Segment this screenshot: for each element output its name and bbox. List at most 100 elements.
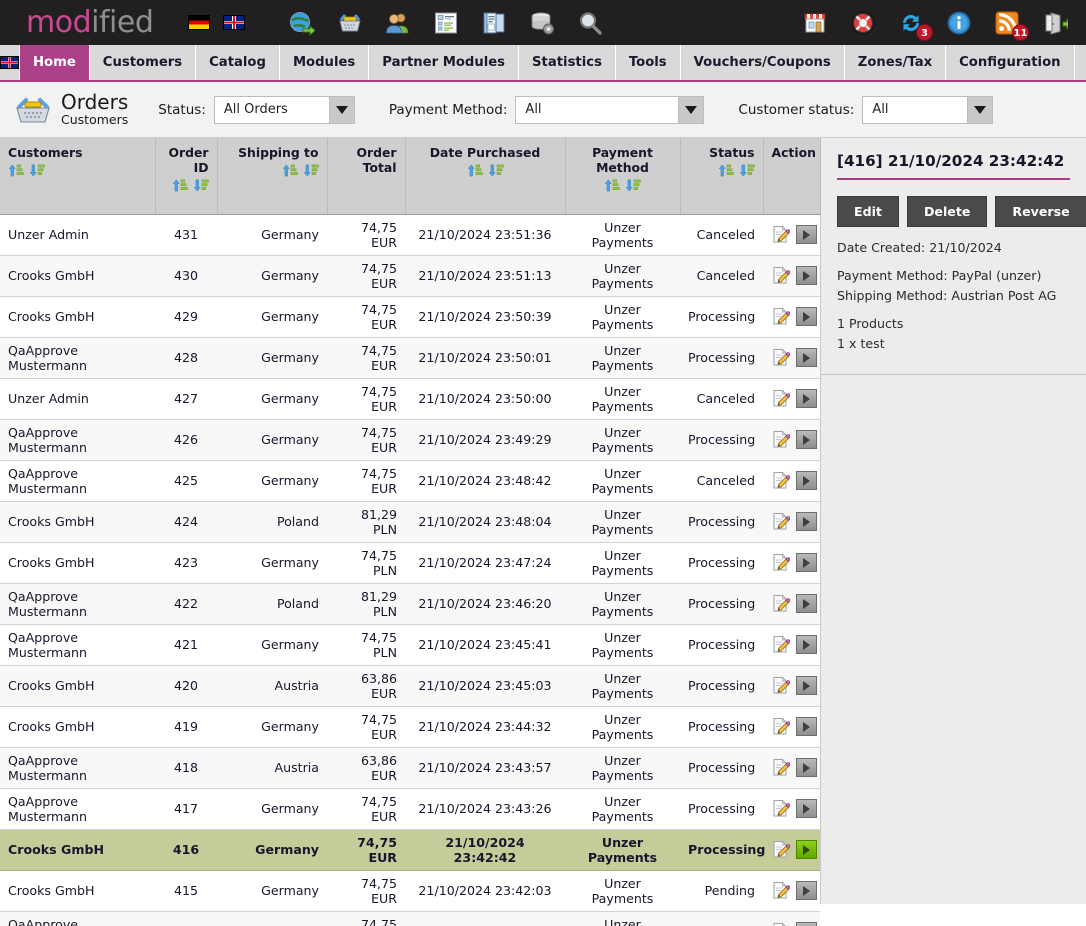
search-icon[interactable] [577,10,603,36]
table-row[interactable]: Crooks GmbH 419 Germany 74,75 EUR 21/10/2024… [0,706,820,748]
table-row[interactable]: QaApprove Mustermann 417 Germany 74,75 EUR 2… [0,788,820,830]
edit-order-icon[interactable] [771,758,791,777]
reverse-button[interactable]: Reverse [995,196,1086,227]
edit-order-icon[interactable] [771,553,791,572]
sync-update-icon[interactable]: 3 [898,10,933,41]
app-logo[interactable]: modified [26,5,154,40]
edit-order-icon[interactable] [771,471,791,490]
sort-desc-icon[interactable] [488,163,504,178]
table-row[interactable]: Crooks GmbH 416 Germany 74,75 EUR 21/10/2024… [0,828,820,871]
edit-order-icon[interactable] [771,840,791,859]
globe-shop-icon[interactable] [289,10,317,36]
sort-desc-icon[interactable] [625,178,641,193]
sort-desc-icon[interactable] [29,163,45,178]
open-order-icon[interactable] [796,225,817,244]
open-order-icon[interactable] [796,430,817,449]
nav-tab-adv-configuration[interactable]: Adv. Configuration [1075,45,1086,80]
table-row[interactable]: Crooks GmbH 424 Poland 81,29 PLN 21/10/2024 … [0,501,820,543]
sort-asc-icon[interactable] [282,163,298,178]
books-icon[interactable] [481,10,507,36]
table-row[interactable]: Crooks GmbH 423 Germany 74,75 PLN 21/10/2024… [0,542,820,584]
store-icon[interactable] [802,10,828,36]
edit-order-icon[interactable] [771,348,791,367]
open-order-icon[interactable] [796,799,817,818]
open-order-icon[interactable] [796,840,817,859]
sort-desc-icon[interactable] [193,178,209,193]
open-order-icon[interactable] [796,922,817,926]
open-order-icon[interactable] [796,307,817,326]
basket-icon[interactable] [337,10,363,36]
column-header-date-purchased[interactable]: Date Purchased [405,138,566,215]
nav-language-flag[interactable] [0,45,20,80]
table-row[interactable]: QaApprove Mustermann414Germany74,75 EUR2… [0,911,820,926]
edit-order-icon[interactable] [771,389,791,408]
edit-button[interactable]: Edit [837,196,899,227]
column-header-payment-method[interactable]: Payment Method [565,138,681,215]
edit-order-icon[interactable] [771,594,791,613]
nav-tab-zones-tax[interactable]: Zones/Tax [845,45,947,80]
status-filter-select[interactable]: All Orders [213,95,355,124]
edit-order-icon[interactable] [771,307,791,326]
open-order-icon[interactable] [796,266,817,285]
database-gear-icon[interactable] [529,10,555,36]
edit-order-icon[interactable] [771,799,791,818]
column-header-order-id[interactable]: Order ID [155,138,218,215]
open-order-icon[interactable] [796,389,817,408]
nav-tab-vouchers-coupons[interactable]: Vouchers/Coupons [681,45,845,80]
sort-asc-icon[interactable] [8,163,24,178]
rss-feed-icon[interactable]: 11 [994,10,1029,41]
open-order-icon[interactable] [796,635,817,654]
sort-asc-icon[interactable] [718,163,734,178]
sort-desc-icon[interactable] [303,163,319,178]
open-order-icon[interactable] [796,717,817,736]
info-icon[interactable] [946,10,972,36]
sort-desc-icon[interactable] [739,163,755,178]
open-order-icon[interactable] [796,758,817,777]
open-order-icon[interactable] [796,676,817,695]
open-order-icon[interactable] [796,348,817,367]
customers-icon[interactable] [385,10,411,36]
sort-asc-icon[interactable] [604,178,620,193]
nav-tab-statistics[interactable]: Statistics [519,45,616,80]
edit-order-icon[interactable] [771,881,791,900]
column-header-customers[interactable]: Customers [0,138,156,215]
nav-tab-modules[interactable]: Modules [280,45,370,80]
edit-order-icon[interactable] [771,922,790,926]
table-row[interactable]: Crooks GmbH 429 Germany 74,75 EUR 21/10/2024… [0,296,820,338]
edit-order-icon[interactable] [771,635,791,654]
logout-icon[interactable] [1042,10,1073,36]
nav-tab-tools[interactable]: Tools [616,45,681,80]
open-order-icon[interactable] [796,881,817,900]
table-row[interactable]: QaApprove Mustermann 421 Germany 74,75 PLN 2… [0,624,820,666]
nav-tab-configuration[interactable]: Configuration [946,45,1075,80]
nav-tab-catalog[interactable]: Catalog [196,45,280,80]
table-row[interactable]: Unzer Admin 427 Germany 74,75 EUR 21/10/2024… [0,378,820,420]
edit-order-icon[interactable] [771,266,791,285]
column-header-status[interactable]: Status [680,138,764,215]
open-order-icon[interactable] [796,512,817,531]
edit-order-icon[interactable] [771,676,791,695]
edit-order-icon[interactable] [771,430,791,449]
lifebuoy-support-icon[interactable] [850,10,876,36]
delete-button[interactable]: Delete [906,196,988,227]
sort-asc-icon[interactable] [172,178,188,193]
table-row[interactable]: Crooks GmbH 420 Austria 63,86 EUR 21/10/2024… [0,665,820,707]
open-order-icon[interactable] [796,471,817,490]
catalog-list-icon[interactable] [433,10,459,36]
nav-tab-customers[interactable]: Customers [90,45,197,80]
edit-order-icon[interactable] [771,512,791,531]
table-row[interactable]: Crooks GmbH 430 Germany 74,75 EUR 21/10/2024… [0,255,820,297]
flag-gb-icon[interactable] [223,15,246,30]
open-order-icon[interactable] [796,553,817,572]
edit-order-icon[interactable] [771,225,791,244]
flag-de-icon[interactable] [188,15,211,30]
table-row[interactable]: Crooks GmbH 415 Germany 74,75 EUR 21/10/2024… [0,870,820,912]
table-row[interactable]: Unzer Admin 431 Germany 74,75 EUR 21/10/2024… [0,214,820,256]
customer-status-filter-select[interactable]: All [862,95,994,124]
payment-method-filter-select[interactable]: All [515,95,705,124]
table-row[interactable]: QaApprove Mustermann 428 Germany 74,75 EUR 2… [0,337,820,379]
nav-tab-partner-modules[interactable]: Partner Modules [369,45,520,80]
open-order-icon[interactable] [796,594,817,613]
table-row[interactable]: QaApprove Mustermann 425 Germany 74,75 EUR 2… [0,460,820,502]
table-row[interactable]: QaApprove Mustermann 418 Austria 63,86 EUR 2… [0,747,820,789]
